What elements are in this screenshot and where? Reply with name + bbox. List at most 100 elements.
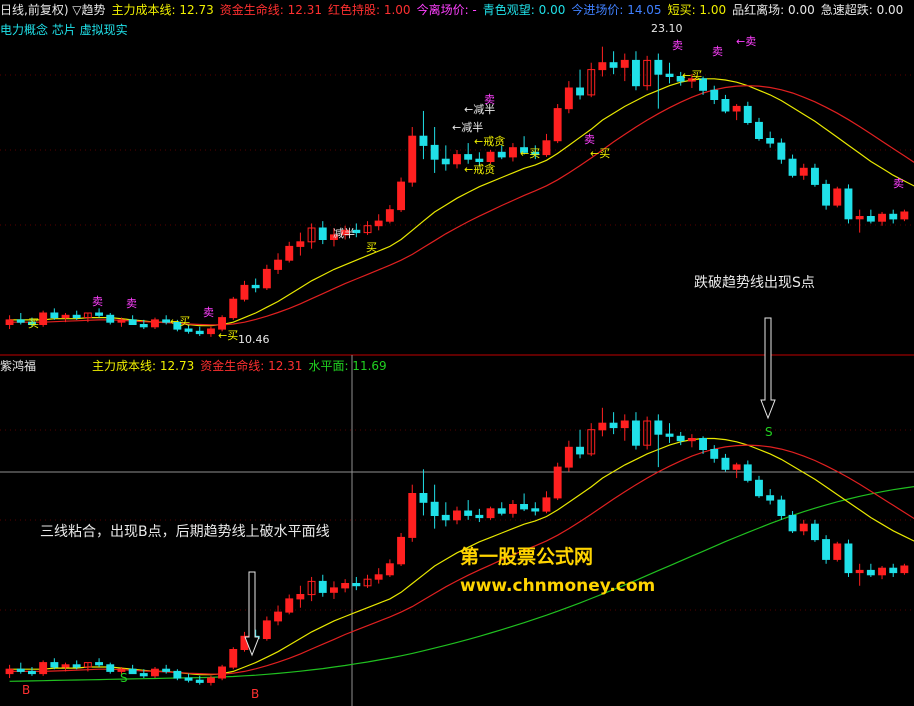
buy-marker: ←买: [590, 147, 611, 160]
low-price-label: 10.46: [238, 333, 270, 346]
concept-tags: 电力概念 芯片 虚拟现实: [0, 23, 128, 37]
candle-body: [274, 259, 283, 270]
candle-body: [732, 105, 741, 112]
candle-body: [106, 314, 115, 323]
leave-price-value: 今离场价: -: [416, 3, 477, 17]
candle-body: [564, 446, 573, 468]
candle-body: [743, 464, 752, 481]
candle-body: [620, 420, 629, 429]
candle-body: [419, 135, 428, 146]
candle-body: [576, 446, 584, 455]
candle-body: [39, 662, 48, 675]
candle-body: [542, 497, 551, 512]
candle-body: [822, 183, 830, 206]
candle-body: [318, 227, 327, 240]
candle-body: [285, 245, 294, 261]
life-line-value: 资金生命线: 12.31: [219, 3, 322, 17]
sell-marker: ←卖: [736, 35, 757, 48]
candle-body: [128, 668, 137, 675]
candle-body: [788, 514, 797, 532]
candle-body: [889, 213, 898, 220]
indicator-panel-candles: [5, 407, 909, 686]
candle-body: [28, 670, 36, 675]
sell-marker: 卖: [203, 306, 214, 319]
b-point-annotation: 三线粘合，出现B点，后期趋势线上破水平面线: [40, 524, 330, 540]
candle-body: [95, 662, 103, 666]
candle-body: [520, 504, 528, 510]
short-buy-value: 短买: 1.00: [667, 3, 727, 17]
candle-body: [475, 514, 484, 519]
b-signal: B: [22, 683, 31, 697]
candle-body: [195, 330, 204, 335]
candle-body: [50, 662, 59, 668]
candle-body: [464, 510, 473, 516]
candle-body: [889, 567, 898, 574]
candle-body: [106, 664, 115, 672]
candle-body: [5, 668, 14, 675]
buy-marker: 买: [366, 241, 377, 254]
chart-grid: [0, 74, 914, 706]
candle-body: [497, 508, 506, 514]
candle-body: [318, 580, 327, 593]
candle-body: [397, 536, 406, 565]
pin-leave-value: 品红离场: 0.00: [732, 3, 815, 17]
candle-body: [497, 151, 506, 158]
candle-body: [866, 569, 875, 576]
candle-body: [486, 151, 495, 163]
watch-value: 青色观望: 0.00: [482, 3, 566, 17]
candle-body: [665, 433, 674, 437]
candle-body: [609, 422, 618, 429]
candle-body: [441, 158, 450, 165]
candle-body: [609, 62, 618, 68]
candle-body: [430, 144, 439, 160]
candle-body: [710, 89, 719, 101]
candle-body: [509, 504, 517, 514]
candle-body: [855, 569, 864, 574]
candle-body: [531, 508, 540, 512]
indicator-cost-value: 主力成本线: 12.73: [92, 359, 195, 373]
candle-body: [766, 138, 775, 144]
candle-body: [542, 140, 551, 156]
buy-marker: ←买: [682, 69, 703, 82]
candle-body: [408, 135, 417, 183]
candle-body: [620, 59, 629, 68]
buy-marker: ←买: [218, 329, 239, 342]
candle-body: [833, 188, 842, 206]
candle-body: [385, 563, 394, 576]
indicator-life-value: 资金生命线: 12.31: [200, 359, 303, 373]
candle-body: [72, 314, 81, 319]
candle-body: [743, 105, 752, 124]
candle-body: [16, 319, 25, 323]
enter-price-value: 今进场价: 14.05: [571, 3, 662, 17]
candle-body: [16, 668, 25, 672]
candle-body: [39, 312, 48, 325]
candle-body: [855, 216, 864, 220]
sell-marker: 卖: [672, 39, 683, 52]
candle-body: [632, 420, 640, 446]
candle-body: [878, 567, 886, 576]
candle-body: [755, 121, 763, 140]
candle-body: [900, 211, 909, 220]
candle-body: [330, 587, 338, 593]
candle-body: [654, 420, 663, 435]
indicator-panel-header: 紫鸿福 主力成本线: 12.73 资金生命线: 12.31 水平面: 11.69: [0, 358, 393, 374]
b-signal: B: [251, 687, 260, 701]
candle-body: [732, 464, 741, 470]
candle-body: [184, 677, 193, 681]
candle-body: [564, 87, 573, 110]
candle-body: [128, 319, 137, 325]
candle-body: [195, 679, 204, 683]
candle-body: [710, 449, 719, 459]
candle-body: [866, 216, 875, 222]
candle-body: [665, 73, 674, 77]
candle-body: [844, 188, 853, 220]
candle-body: [777, 499, 786, 517]
candle-body: [430, 501, 439, 516]
candle-body: [251, 284, 260, 289]
candle-body: [553, 108, 562, 142]
candle-body: [274, 611, 283, 622]
candle-body: [464, 154, 473, 160]
candle-body: [799, 523, 808, 532]
candle-body: [5, 319, 14, 325]
buy-marker: ←买: [520, 147, 541, 160]
